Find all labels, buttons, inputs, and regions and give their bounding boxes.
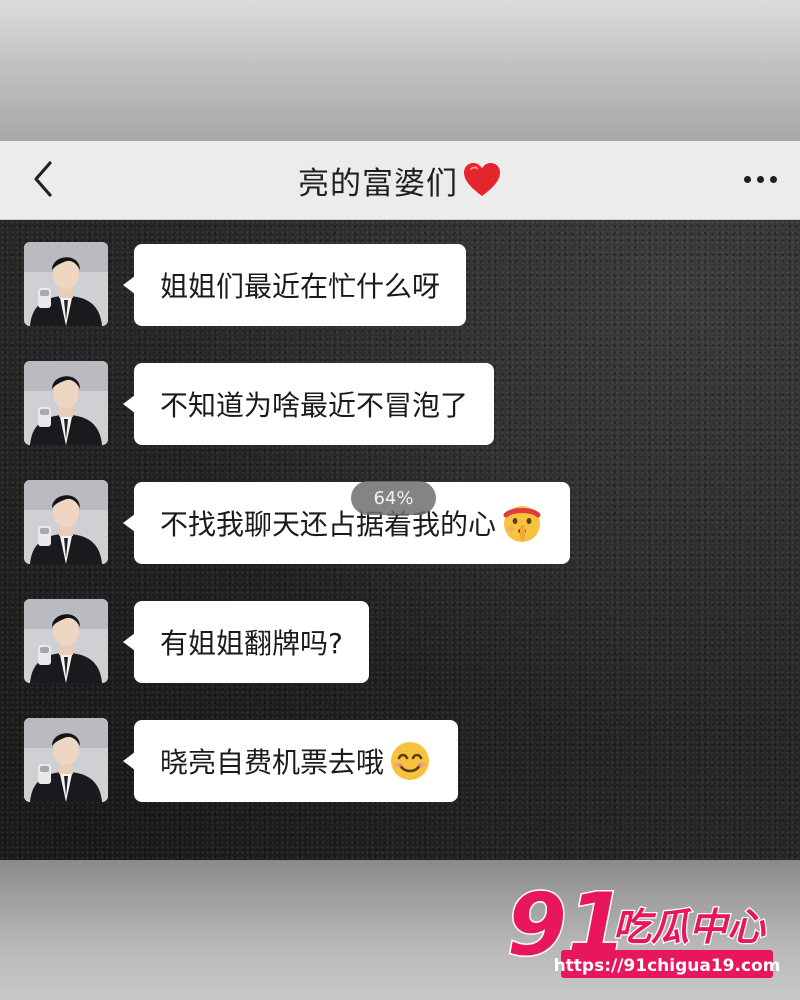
message-bubble[interactable]: 姐姐们最近在忙什么呀: [122, 244, 467, 326]
more-dots-icon: [756, 175, 764, 183]
user-avatar-icon: [24, 599, 108, 683]
more-dots-icon: [769, 175, 777, 183]
user-avatar-icon: [24, 242, 108, 326]
message-text: 姐姐们最近在忙什么呀: [160, 270, 441, 303]
message-bubble[interactable]: 不知道为啥最近不冒泡了: [122, 363, 495, 445]
watermark-name: 吃瓜中心: [613, 905, 766, 949]
top-backdrop: [0, 0, 800, 141]
avatar[interactable]: [24, 480, 108, 564]
message-row: 不知道为啥最近不冒泡了: [0, 361, 800, 447]
message-bubble[interactable]: 有姐姐翻牌吗?: [123, 601, 369, 683]
user-avatar-icon: [24, 718, 108, 802]
watermark-url: https://91chigua19.com: [554, 956, 781, 976]
message-text: 不知道为啥最近不冒泡了: [160, 389, 469, 422]
user-avatar-icon: [24, 361, 108, 445]
shushing-face-icon: [500, 501, 544, 545]
chat-title-text: 亮的富婆们: [298, 165, 458, 202]
avatar[interactable]: [24, 242, 108, 326]
message-text: 不找我聊天还占据着我的心: [160, 508, 497, 541]
loading-progress-badge: 64%: [351, 481, 436, 515]
message-bubble[interactable]: 晓亮自费机票去哦: [122, 720, 459, 802]
smiling-face-icon: [388, 739, 432, 783]
message-text: 晓亮自费机票去哦: [160, 746, 385, 779]
site-watermark-logo: 91 吃瓜中心 https://91chigua19.com: [506, 874, 781, 978]
message-row: 姐姐们最近在忙什么呀: [0, 242, 800, 328]
avatar[interactable]: [24, 599, 108, 683]
progress-text: 64%: [373, 487, 414, 509]
red-heart-icon: [464, 163, 500, 196]
more-options-button[interactable]: [738, 161, 782, 197]
chat-header: 亮的富婆们: [0, 141, 800, 220]
message-row: 有姐姐翻牌吗?: [0, 599, 800, 685]
message-row: 晓亮自费机票去哦: [0, 718, 800, 804]
user-avatar-icon: [24, 480, 108, 564]
message-text: 有姐姐翻牌吗?: [160, 627, 343, 660]
avatar[interactable]: [24, 361, 108, 445]
more-dots-icon: [743, 175, 751, 183]
chat-title: 亮的富婆们: [0, 155, 800, 205]
chat-message-list[interactable]: 姐姐们最近在忙什么呀 不知道为啥最近不冒泡了 不找我聊天还占据着我的心 有姐姐翻…: [0, 220, 800, 860]
avatar[interactable]: [24, 718, 108, 802]
